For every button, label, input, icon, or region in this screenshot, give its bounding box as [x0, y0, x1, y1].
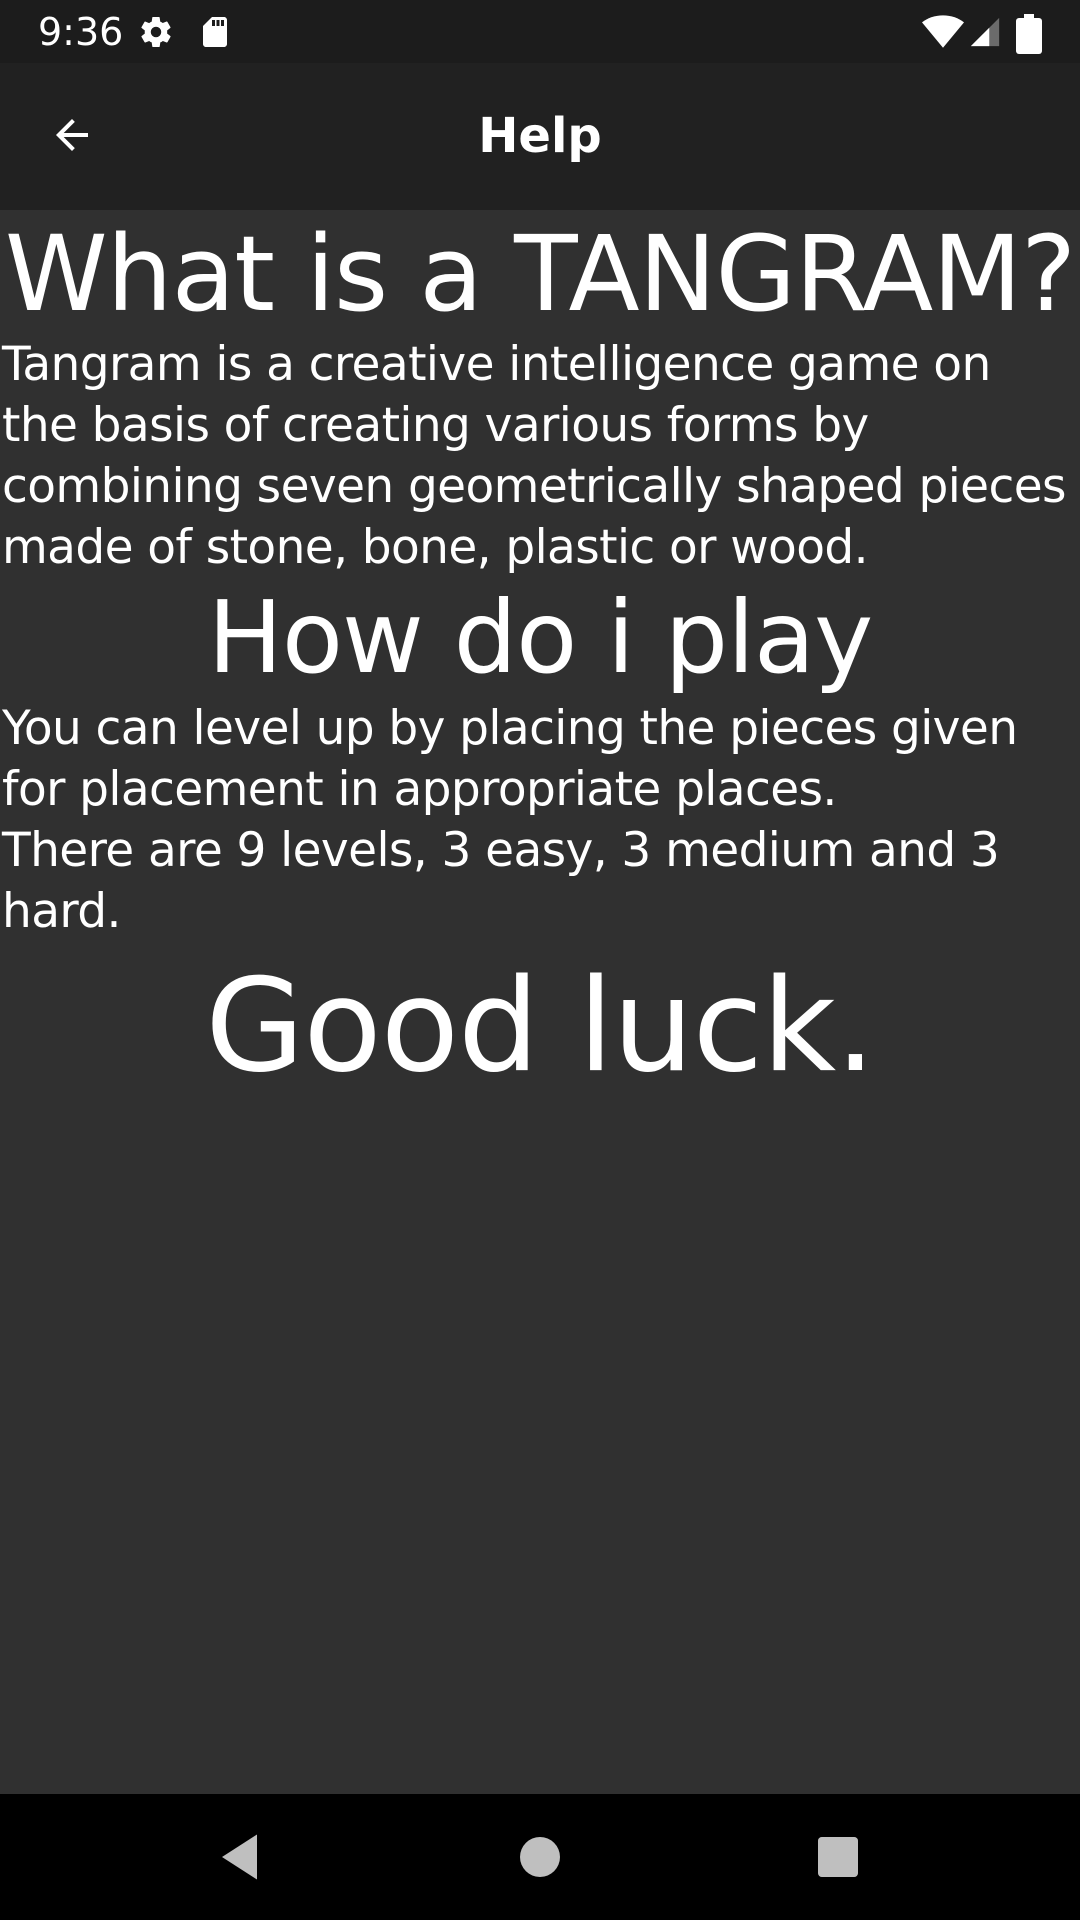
page-title: Help: [478, 108, 602, 164]
status-time: 9:36: [38, 10, 124, 54]
back-triangle-icon[interactable]: [212, 1827, 272, 1887]
home-circle-icon[interactable]: [510, 1827, 570, 1887]
sd-card-icon: [197, 14, 233, 50]
paragraph-what-is-tangram: Tangram is a creative intelligence game …: [2, 337, 1067, 575]
app-bar: Help: [0, 63, 1080, 210]
status-bar: 9:36: [0, 0, 1080, 63]
heading-how-to-play: How do i play: [207, 579, 874, 696]
wifi-icon: [922, 14, 964, 50]
heading-what-is-tangram: What is a TANGRAM?: [4, 213, 1076, 335]
signal-icon: [968, 14, 1004, 50]
navigation-bar: [0, 1794, 1080, 1920]
help-content: What is a TANGRAM? Tangram is a creative…: [0, 210, 1080, 1102]
recents-square-icon[interactable]: [808, 1827, 868, 1887]
closing-good-luck: Good luck.: [205, 952, 876, 1101]
paragraph-how-to-play: You can level up by placing the pieces g…: [2, 701, 1018, 939]
battery-icon: [1016, 14, 1046, 54]
help-screen: 9:36 Help What is a TANGRAM? Tangram is …: [0, 0, 1080, 1920]
settings-icon: [138, 14, 174, 50]
